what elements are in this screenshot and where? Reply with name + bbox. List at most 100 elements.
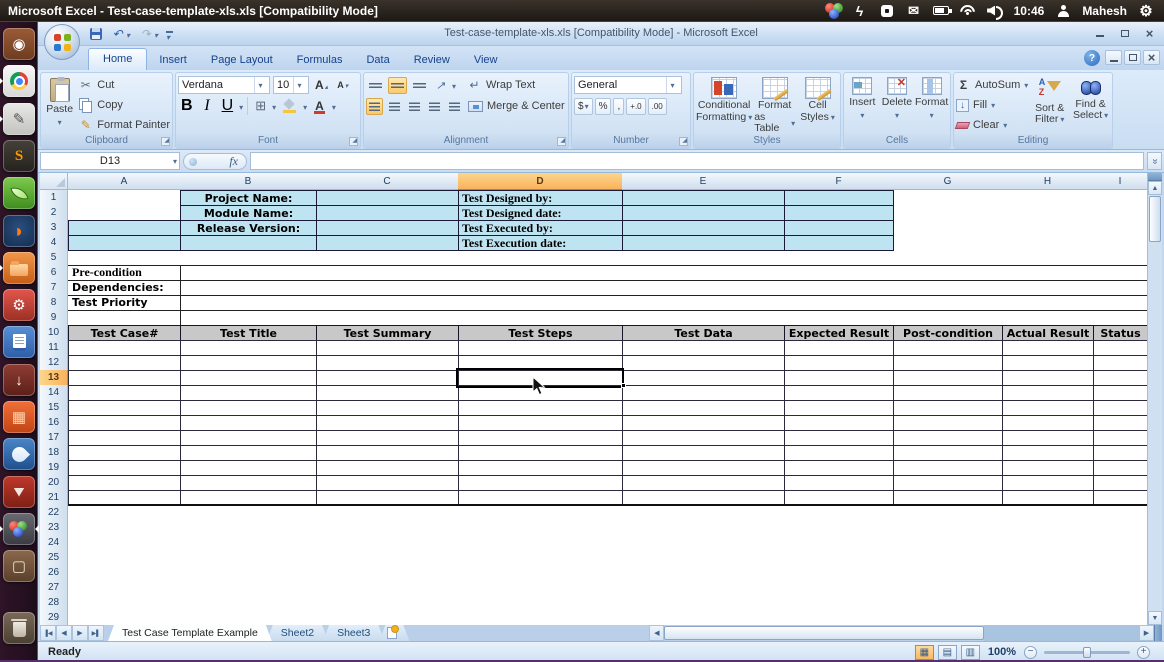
bold-button[interactable]: B xyxy=(178,98,196,115)
cell-F20[interactable] xyxy=(784,475,894,491)
cell-C1[interactable] xyxy=(316,190,459,206)
cell-A14[interactable] xyxy=(68,385,181,401)
cell-E17[interactable] xyxy=(622,430,785,446)
cell-E4[interactable] xyxy=(622,235,785,251)
cell-E3[interactable] xyxy=(622,220,785,236)
row-header-1[interactable]: 1 xyxy=(40,190,68,206)
cell-I20[interactable] xyxy=(1093,475,1147,491)
scroll-right-button[interactable] xyxy=(1139,625,1154,641)
row-header-26[interactable]: 26 xyxy=(40,565,68,581)
grow-font-button[interactable] xyxy=(312,77,331,93)
last-sheet-button[interactable] xyxy=(88,625,104,641)
fill-handle[interactable] xyxy=(621,383,626,388)
tab-data[interactable]: Data xyxy=(354,50,401,70)
insert-cells-dropdown-icon[interactable] xyxy=(860,109,864,121)
tab-insert[interactable]: Insert xyxy=(147,50,199,70)
cell-H14[interactable] xyxy=(1002,385,1094,401)
row-header-25[interactable]: 25 xyxy=(40,550,68,566)
column-header-B[interactable]: B xyxy=(180,173,317,190)
cell-E2[interactable] xyxy=(622,205,785,221)
cell-F19[interactable] xyxy=(784,460,894,476)
align-right-button[interactable] xyxy=(406,98,423,115)
conditional-formatting-button[interactable]: Conditional Formatting xyxy=(696,76,752,134)
fill-color-dropdown-icon[interactable] xyxy=(303,97,307,115)
cut-button[interactable]: Cut xyxy=(78,76,170,94)
firefox-icon[interactable]: ◗ xyxy=(3,215,35,247)
cell-F13[interactable] xyxy=(784,370,894,386)
text-editor-icon[interactable]: ✎ xyxy=(3,103,35,135)
clear-dropdown-icon[interactable] xyxy=(1003,119,1007,131)
name-box-dropdown-icon[interactable] xyxy=(173,157,177,166)
cell-B11[interactable] xyxy=(180,340,317,356)
cell-C15[interactable] xyxy=(316,400,459,416)
top-align-button[interactable] xyxy=(366,77,385,94)
power-indicator-icon[interactable] xyxy=(852,3,868,19)
row-header-23[interactable]: 23 xyxy=(40,520,68,536)
hscroll-thumb[interactable] xyxy=(664,626,984,640)
cell-G17[interactable] xyxy=(893,430,1003,446)
cell-F17[interactable] xyxy=(784,430,894,446)
cell-E11[interactable] xyxy=(622,340,785,356)
column-header-F[interactable]: F xyxy=(784,173,894,190)
row-header-16[interactable]: 16 xyxy=(40,415,68,431)
cell-C18[interactable] xyxy=(316,445,459,461)
cell-B12[interactable] xyxy=(180,355,317,371)
zoom-slider-thumb[interactable] xyxy=(1083,647,1091,658)
cell-A20[interactable] xyxy=(68,475,181,491)
align-center-button[interactable] xyxy=(386,98,403,115)
help-button[interactable] xyxy=(1084,50,1100,66)
underline-button[interactable]: U xyxy=(219,98,237,115)
cell-C12[interactable] xyxy=(316,355,459,371)
cell-F2[interactable] xyxy=(784,205,894,221)
column-header-G[interactable]: G xyxy=(893,173,1003,190)
wine-app-indicator-icon[interactable] xyxy=(825,3,841,19)
cell-E13[interactable] xyxy=(622,370,785,386)
cell-I19[interactable] xyxy=(1093,460,1147,476)
office-button[interactable] xyxy=(44,24,80,60)
session-gear-icon[interactable] xyxy=(1138,3,1154,19)
row-header-19[interactable]: 19 xyxy=(40,460,68,476)
number-format-dropdown-icon[interactable] xyxy=(666,77,678,93)
zoom-slider[interactable] xyxy=(1044,651,1130,654)
alignment-dialog-launcher[interactable] xyxy=(557,137,566,146)
cell-C4[interactable] xyxy=(316,235,459,251)
cell-E1[interactable] xyxy=(622,190,785,206)
row-header-9[interactable]: 9 xyxy=(40,310,68,326)
row-header-29[interactable]: 29 xyxy=(40,610,68,625)
cell-I16[interactable] xyxy=(1093,415,1147,431)
increase-indent-button[interactable] xyxy=(446,98,463,115)
row-header-22[interactable]: 22 xyxy=(40,505,68,521)
delete-cells-button[interactable]: Delete xyxy=(881,76,913,134)
cell-A16[interactable] xyxy=(68,415,181,431)
row-header-17[interactable]: 17 xyxy=(40,430,68,446)
cell-D16[interactable] xyxy=(458,415,623,431)
row-header-28[interactable]: 28 xyxy=(40,595,68,611)
system-tools-icon[interactable]: ⚙ xyxy=(3,289,35,321)
cell-A11[interactable] xyxy=(68,340,181,356)
font-color-dropdown-icon[interactable] xyxy=(332,97,336,115)
scroll-left-button[interactable] xyxy=(649,625,664,641)
workbook-close-button[interactable] xyxy=(1143,50,1160,65)
cell-E19[interactable] xyxy=(622,460,785,476)
tab-formulas[interactable]: Formulas xyxy=(285,50,355,70)
orange-app-icon[interactable]: ▦ xyxy=(3,401,35,433)
row-header-7[interactable]: 7 xyxy=(40,280,68,296)
cell-B19[interactable] xyxy=(180,460,317,476)
underline-dropdown-icon[interactable] xyxy=(239,97,243,115)
vertical-split-handle[interactable] xyxy=(1148,173,1162,181)
cell-I15[interactable] xyxy=(1093,400,1147,416)
cell-C14[interactable] xyxy=(316,385,459,401)
cell-F18[interactable] xyxy=(784,445,894,461)
cell-H15[interactable] xyxy=(1002,400,1094,416)
cell-F16[interactable] xyxy=(784,415,894,431)
cell-E15[interactable] xyxy=(622,400,785,416)
row-header-6[interactable]: 6 xyxy=(40,265,68,281)
font-dialog-launcher[interactable] xyxy=(349,137,358,146)
borders-dropdown-icon[interactable] xyxy=(272,97,276,115)
cell-B3[interactable]: Release Version: xyxy=(180,220,317,236)
cell-H20[interactable] xyxy=(1002,475,1094,491)
cell-G12[interactable] xyxy=(893,355,1003,371)
paste-button[interactable]: Paste xyxy=(43,76,76,134)
cell-D19[interactable] xyxy=(458,460,623,476)
first-sheet-button[interactable] xyxy=(40,625,56,641)
